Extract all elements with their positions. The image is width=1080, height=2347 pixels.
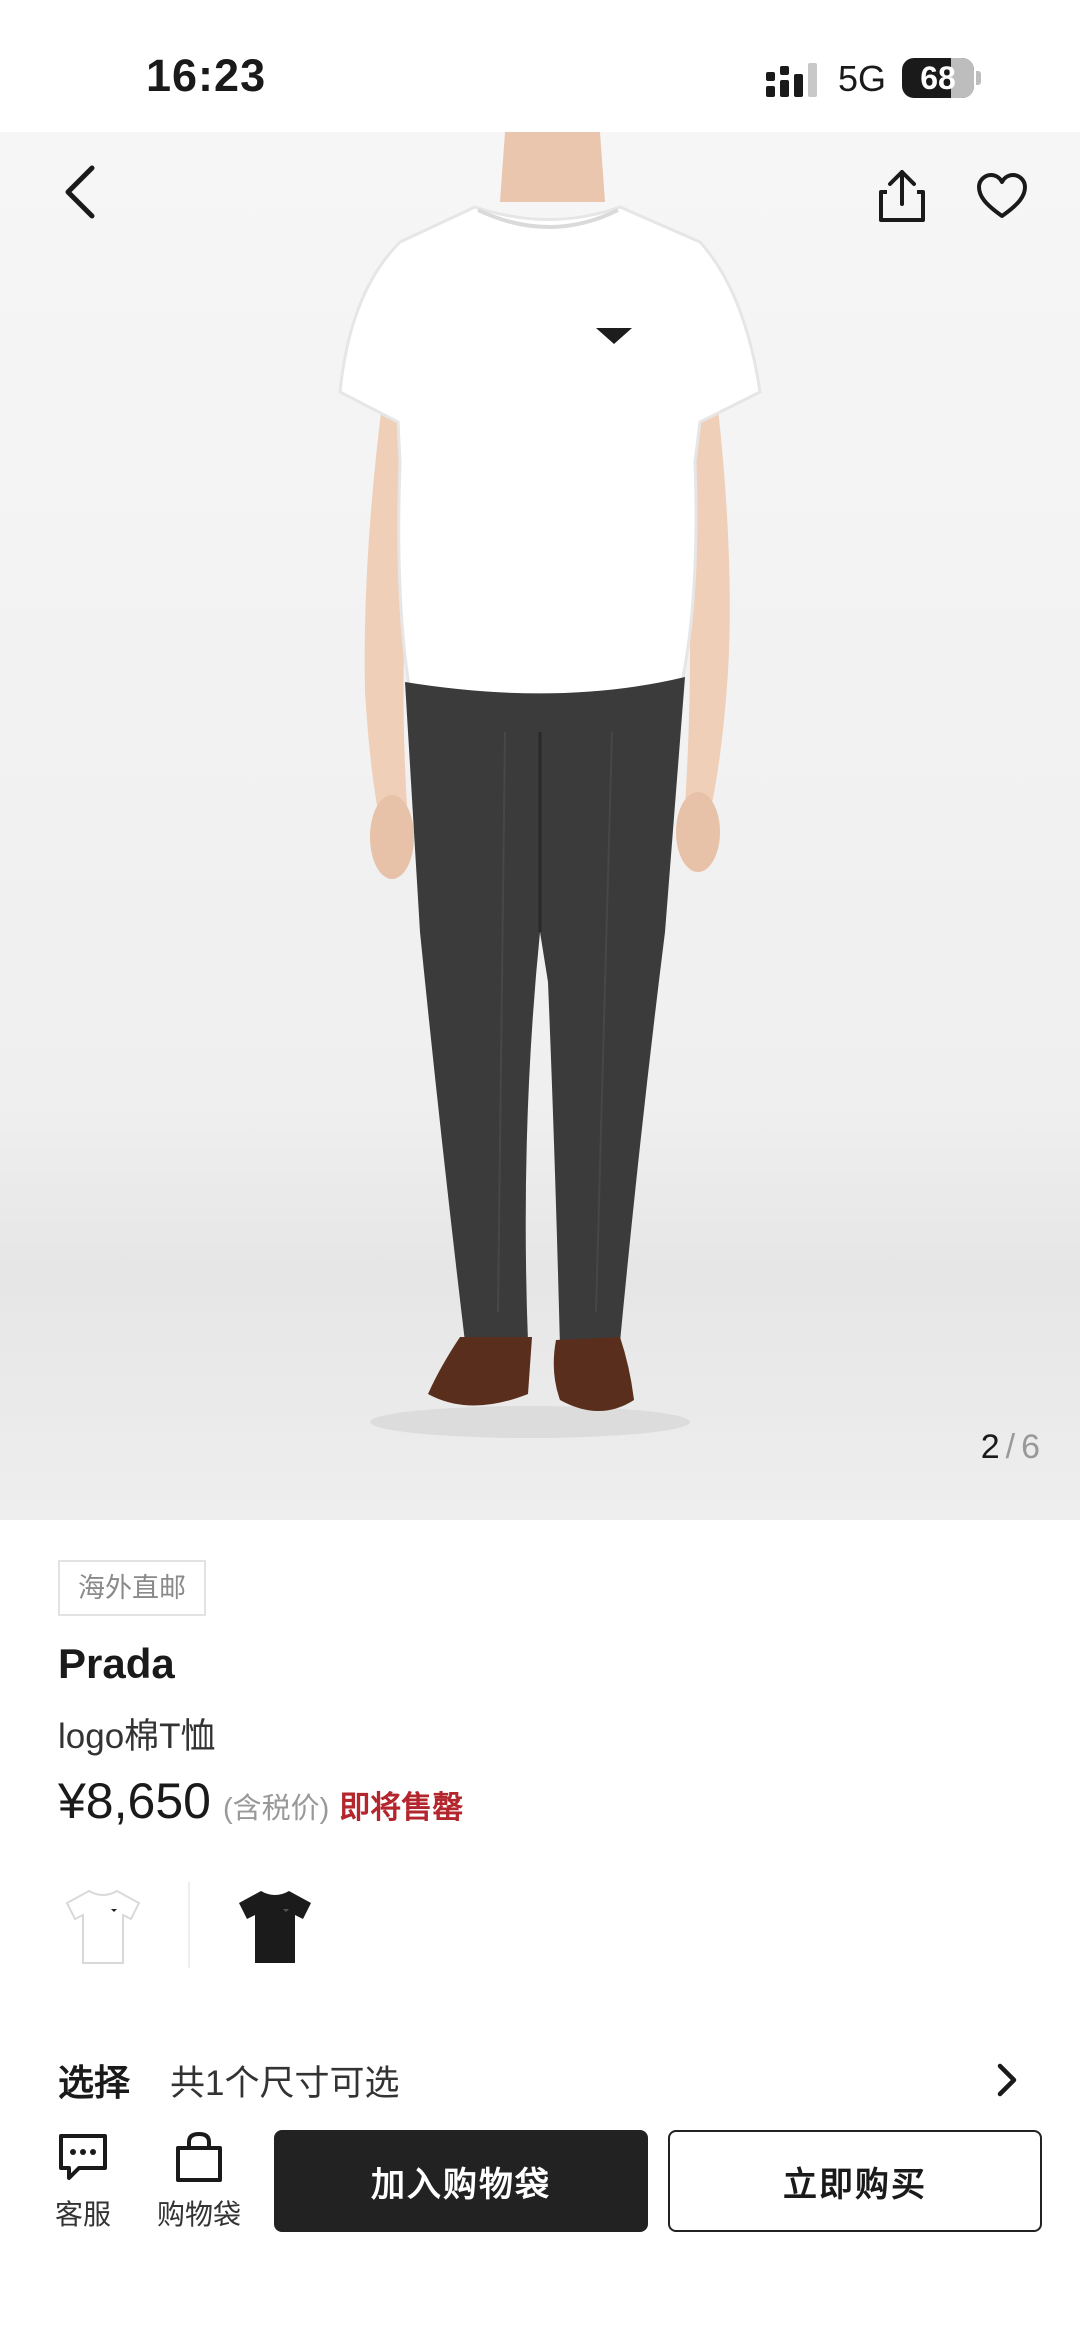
size-select-value: 共1个尺寸可选 [170, 2063, 400, 2103]
customer-service-button[interactable]: 客服 [28, 2130, 138, 2233]
swatch-divider [188, 1882, 190, 1968]
gallery-total: 6 [1021, 1428, 1040, 1466]
white-tshirt-swatch[interactable] [58, 1870, 148, 1980]
gallery-separator: / [1005, 1428, 1016, 1466]
price: ¥8,650 [58, 1773, 211, 1829]
product-name: logo棉T恤 [58, 1717, 216, 1756]
customer-service-label: 客服 [54, 2199, 111, 2230]
size-select-label: 选择 [58, 2062, 131, 2103]
bottom-action-bar: 客服 购物袋 加入购物袋 立即购买 [0, 2110, 1080, 2347]
black-tshirt-icon [239, 1891, 311, 1963]
stock-note: 即将售罄 [339, 1790, 464, 1825]
battery-tip [976, 71, 981, 85]
product-photo [338, 132, 762, 1438]
status-bar: 16:23 5G 68 [0, 0, 1080, 132]
white-tshirt-icon [65, 1889, 141, 1964]
favorite-button[interactable] [962, 156, 1042, 236]
color-swatches [58, 1870, 320, 1980]
tax-note: (含税价) [222, 1793, 330, 1825]
shopping-bag-label: 购物袋 [156, 2199, 241, 2230]
price-row: ¥8,650 (含税价) 即将售罄 [58, 1772, 463, 1830]
signal-icon [766, 63, 817, 97]
product-gallery[interactable]: 2/6 [0, 132, 1080, 1520]
size-select-row[interactable]: 选择 共1个尺寸可选 [58, 2050, 1022, 2110]
share-icon [879, 170, 925, 222]
bag-icon [176, 2131, 222, 2182]
back-button[interactable] [40, 152, 120, 232]
chevron-right-icon [997, 2063, 1017, 2097]
brand-name: Prada [58, 1640, 175, 1687]
add-to-bag-button[interactable]: 加入购物袋 [274, 2130, 648, 2232]
shopping-bag-button[interactable]: 购物袋 [144, 2130, 254, 2233]
buy-now-button[interactable]: 立即购买 [668, 2130, 1042, 2232]
heart-icon [977, 173, 1027, 218]
gallery-counter: 2/6 [981, 1428, 1040, 1467]
battery-level: 68 [920, 60, 956, 96]
black-tshirt-swatch[interactable] [230, 1870, 320, 1980]
shipping-tag: 海外直邮 [58, 1560, 206, 1616]
chat-icon [59, 2134, 107, 2180]
battery-icon: 68 [902, 58, 974, 98]
back-icon [65, 165, 95, 219]
status-time: 16:23 [146, 50, 267, 101]
network-type: 5G [838, 58, 887, 99]
gallery-current: 2 [980, 1428, 1000, 1466]
share-button[interactable] [862, 156, 942, 236]
